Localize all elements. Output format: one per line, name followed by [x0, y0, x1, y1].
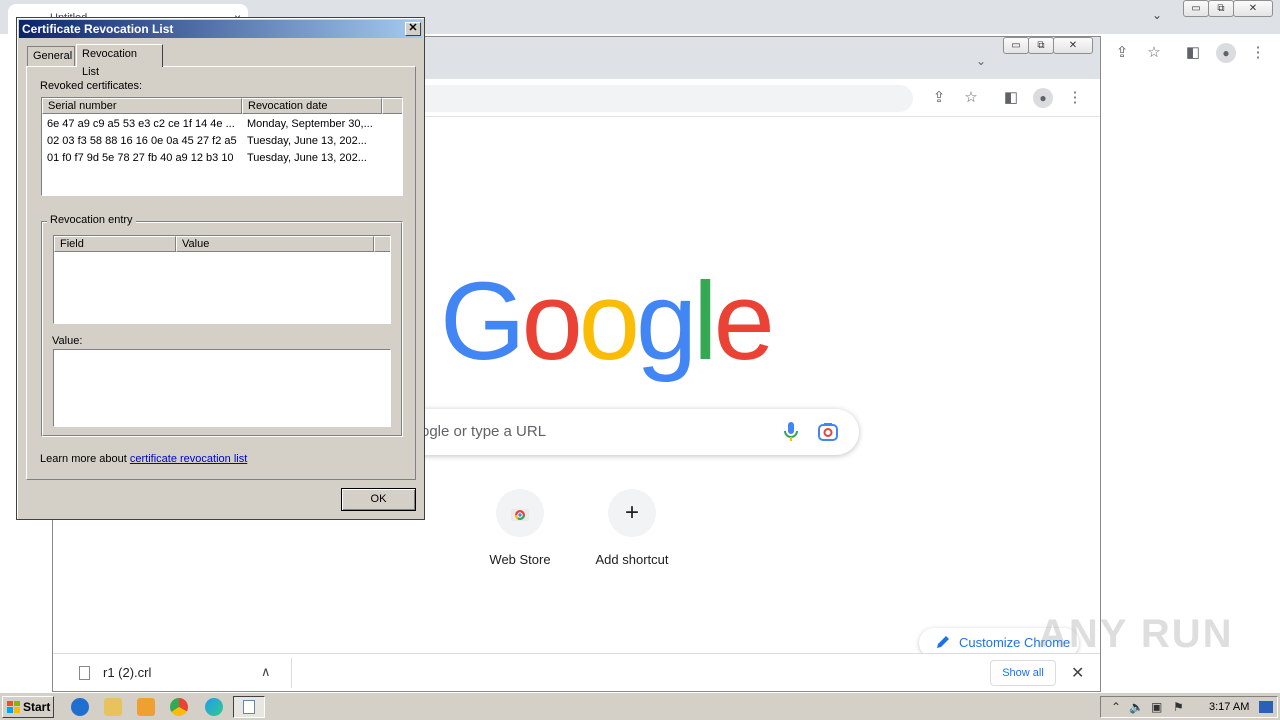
- google-logo-letter-o1: o: [521, 260, 583, 383]
- plus-icon: +: [608, 489, 656, 537]
- shortcut-add[interactable]: + Add shortcut: [576, 489, 688, 579]
- revocation-date-cell: Monday, September 30,...: [247, 118, 373, 130]
- show-all-button[interactable]: Show all: [990, 660, 1056, 686]
- side-panel-icon[interactable]: ◧: [1183, 43, 1203, 63]
- action-center-flag-icon[interactable]: ⚑: [1173, 700, 1184, 714]
- google-logo-letter-g: G: [440, 260, 526, 383]
- column-value[interactable]: Value: [176, 236, 374, 252]
- revocation-date-cell: Tuesday, June 13, 202...: [247, 135, 367, 147]
- google-lens-icon[interactable]: [817, 421, 839, 443]
- show-desktop-icon[interactable]: [1259, 701, 1273, 713]
- revocation-entry-field-list[interactable]: Field Value: [53, 235, 391, 324]
- tray-expand-icon[interactable]: ⌃: [1111, 700, 1121, 714]
- shortcut-label: Add shortcut: [595, 552, 669, 567]
- volume-icon[interactable]: 🔈: [1129, 700, 1144, 714]
- windows-logo-icon: [7, 701, 20, 713]
- crl-dialog-titlebar[interactable]: Certificate Revocation List ✕: [19, 20, 422, 38]
- start-button[interactable]: Start: [2, 696, 54, 718]
- revocation-date-cell: Tuesday, June 13, 202...: [247, 152, 367, 164]
- shortcut-web-store[interactable]: Web Store: [464, 489, 576, 579]
- file-explorer-icon[interactable]: [104, 698, 122, 716]
- profile-avatar-icon[interactable]: ●: [1033, 88, 1053, 108]
- google-logo-letter-l: l: [693, 260, 718, 383]
- google-logo-letter-g2: g: [635, 260, 697, 383]
- chrome-webstore-icon: [496, 489, 544, 537]
- taskbar: Start ⌃ 🔈 ▣ ⚑ 3:17 AM: [0, 692, 1280, 720]
- certificate-file-icon: [243, 700, 255, 714]
- column-filler: [382, 98, 402, 114]
- shortcut-label: Web Store: [489, 552, 551, 567]
- revocation-list-panel: Revoked certificates: Serial number Revo…: [26, 66, 416, 480]
- value-label: Value:: [52, 335, 83, 347]
- table-row[interactable]: 6e 47 a9 c9 a5 53 e3 c2 ce 1f 14 4e ... …: [42, 116, 402, 133]
- table-row[interactable]: 01 f0 f7 9d 5e 78 27 fb 40 a9 12 b3 10 T…: [42, 150, 402, 167]
- download-bar-close-icon[interactable]: ✕: [1071, 663, 1084, 683]
- google-logo: Google: [440, 260, 775, 383]
- column-field[interactable]: Field: [54, 236, 176, 252]
- chrome-icon[interactable]: [170, 698, 188, 716]
- back-close-button[interactable]: ✕: [1233, 0, 1273, 17]
- start-label: Start: [23, 700, 51, 714]
- taskbar-crl-window[interactable]: [233, 696, 265, 718]
- edge-icon[interactable]: [205, 698, 223, 716]
- search-box[interactable]: ogle or type a URL: [393, 409, 859, 455]
- column-filler: [374, 236, 390, 252]
- clock[interactable]: 3:17 AM: [1209, 701, 1249, 713]
- tab-general[interactable]: General: [27, 46, 75, 66]
- ok-button[interactable]: OK: [341, 488, 416, 511]
- menu-kebab-icon[interactable]: ⋮: [1248, 43, 1268, 63]
- side-panel-icon[interactable]: ◧: [1001, 88, 1021, 108]
- column-revocation-date[interactable]: Revocation date: [242, 98, 382, 114]
- media-player-icon[interactable]: [137, 698, 155, 716]
- anyrun-watermark: ANY RUN: [1038, 612, 1234, 656]
- bookmark-star-icon[interactable]: ☆: [961, 88, 981, 108]
- microphone-icon[interactable]: [781, 421, 801, 443]
- back-restore-button[interactable]: ⧉: [1208, 0, 1234, 17]
- dialog-close-button[interactable]: ✕: [405, 22, 421, 36]
- revoked-certificates-label: Revoked certificates:: [40, 80, 143, 92]
- tab-search-icon[interactable]: ⌄: [1152, 8, 1162, 22]
- download-bar: r1 (2).crl ∧ Show all ✕: [53, 653, 1100, 691]
- google-logo-letter-e: e: [713, 260, 775, 383]
- crl-dialog: Certificate Revocation List ✕ General Re…: [16, 17, 425, 520]
- table-row[interactable]: 02 03 f3 58 88 16 16 0e 0a 45 27 f2 a5 T…: [42, 133, 402, 150]
- column-serial-number[interactable]: Serial number: [42, 98, 242, 114]
- system-tray: ⌃ 🔈 ▣ ⚑ 3:17 AM: [1100, 696, 1278, 718]
- tab-revocation-list[interactable]: Revocation List: [76, 44, 163, 78]
- internet-explorer-icon[interactable]: [71, 698, 89, 716]
- mid-close-button[interactable]: ✕: [1053, 37, 1093, 54]
- search-placeholder: ogle or type a URL: [421, 423, 547, 440]
- crl-dialog-title: Certificate Revocation List: [22, 22, 174, 36]
- google-logo-letter-o2: o: [578, 260, 640, 383]
- tab-search-icon[interactable]: ⌄: [971, 51, 991, 71]
- value-text-box[interactable]: [53, 349, 391, 427]
- network-icon[interactable]: ▣: [1151, 700, 1162, 714]
- crl-help-link[interactable]: certificate revocation list: [130, 453, 247, 465]
- serial-number-cell: 6e 47 a9 c9 a5 53 e3 c2 ce 1f 14 4e ...: [47, 118, 235, 130]
- revoked-certificates-list[interactable]: Serial number Revocation date 6e 47 a9 c…: [41, 97, 403, 196]
- revocation-entry-label: Revocation entry: [47, 214, 136, 226]
- download-file-name[interactable]: r1 (2).crl: [103, 665, 151, 680]
- download-separator: [291, 658, 292, 688]
- chevron-up-icon[interactable]: ∧: [261, 664, 271, 680]
- share-icon[interactable]: ⇪: [929, 88, 949, 108]
- learn-more-text: Learn more about certificate revocation …: [40, 453, 247, 465]
- pencil-icon: [937, 636, 949, 648]
- serial-number-cell: 02 03 f3 58 88 16 16 0e 0a 45 27 f2 a5: [47, 135, 237, 147]
- profile-avatar-icon[interactable]: ●: [1216, 43, 1236, 63]
- share-icon[interactable]: ⇪: [1112, 43, 1132, 63]
- serial-number-cell: 01 f0 f7 9d 5e 78 27 fb 40 a9 12 b3 10: [47, 152, 234, 164]
- menu-kebab-icon[interactable]: ⋮: [1065, 88, 1085, 108]
- learn-more-prefix: Learn more about: [40, 453, 130, 465]
- crl-file-icon: [79, 666, 90, 680]
- back-minimize-button[interactable]: ▭: [1183, 0, 1209, 17]
- bookmark-star-icon[interactable]: ☆: [1144, 43, 1164, 63]
- mid-restore-button[interactable]: ⧉: [1028, 37, 1054, 54]
- mid-minimize-button[interactable]: ▭: [1003, 37, 1029, 54]
